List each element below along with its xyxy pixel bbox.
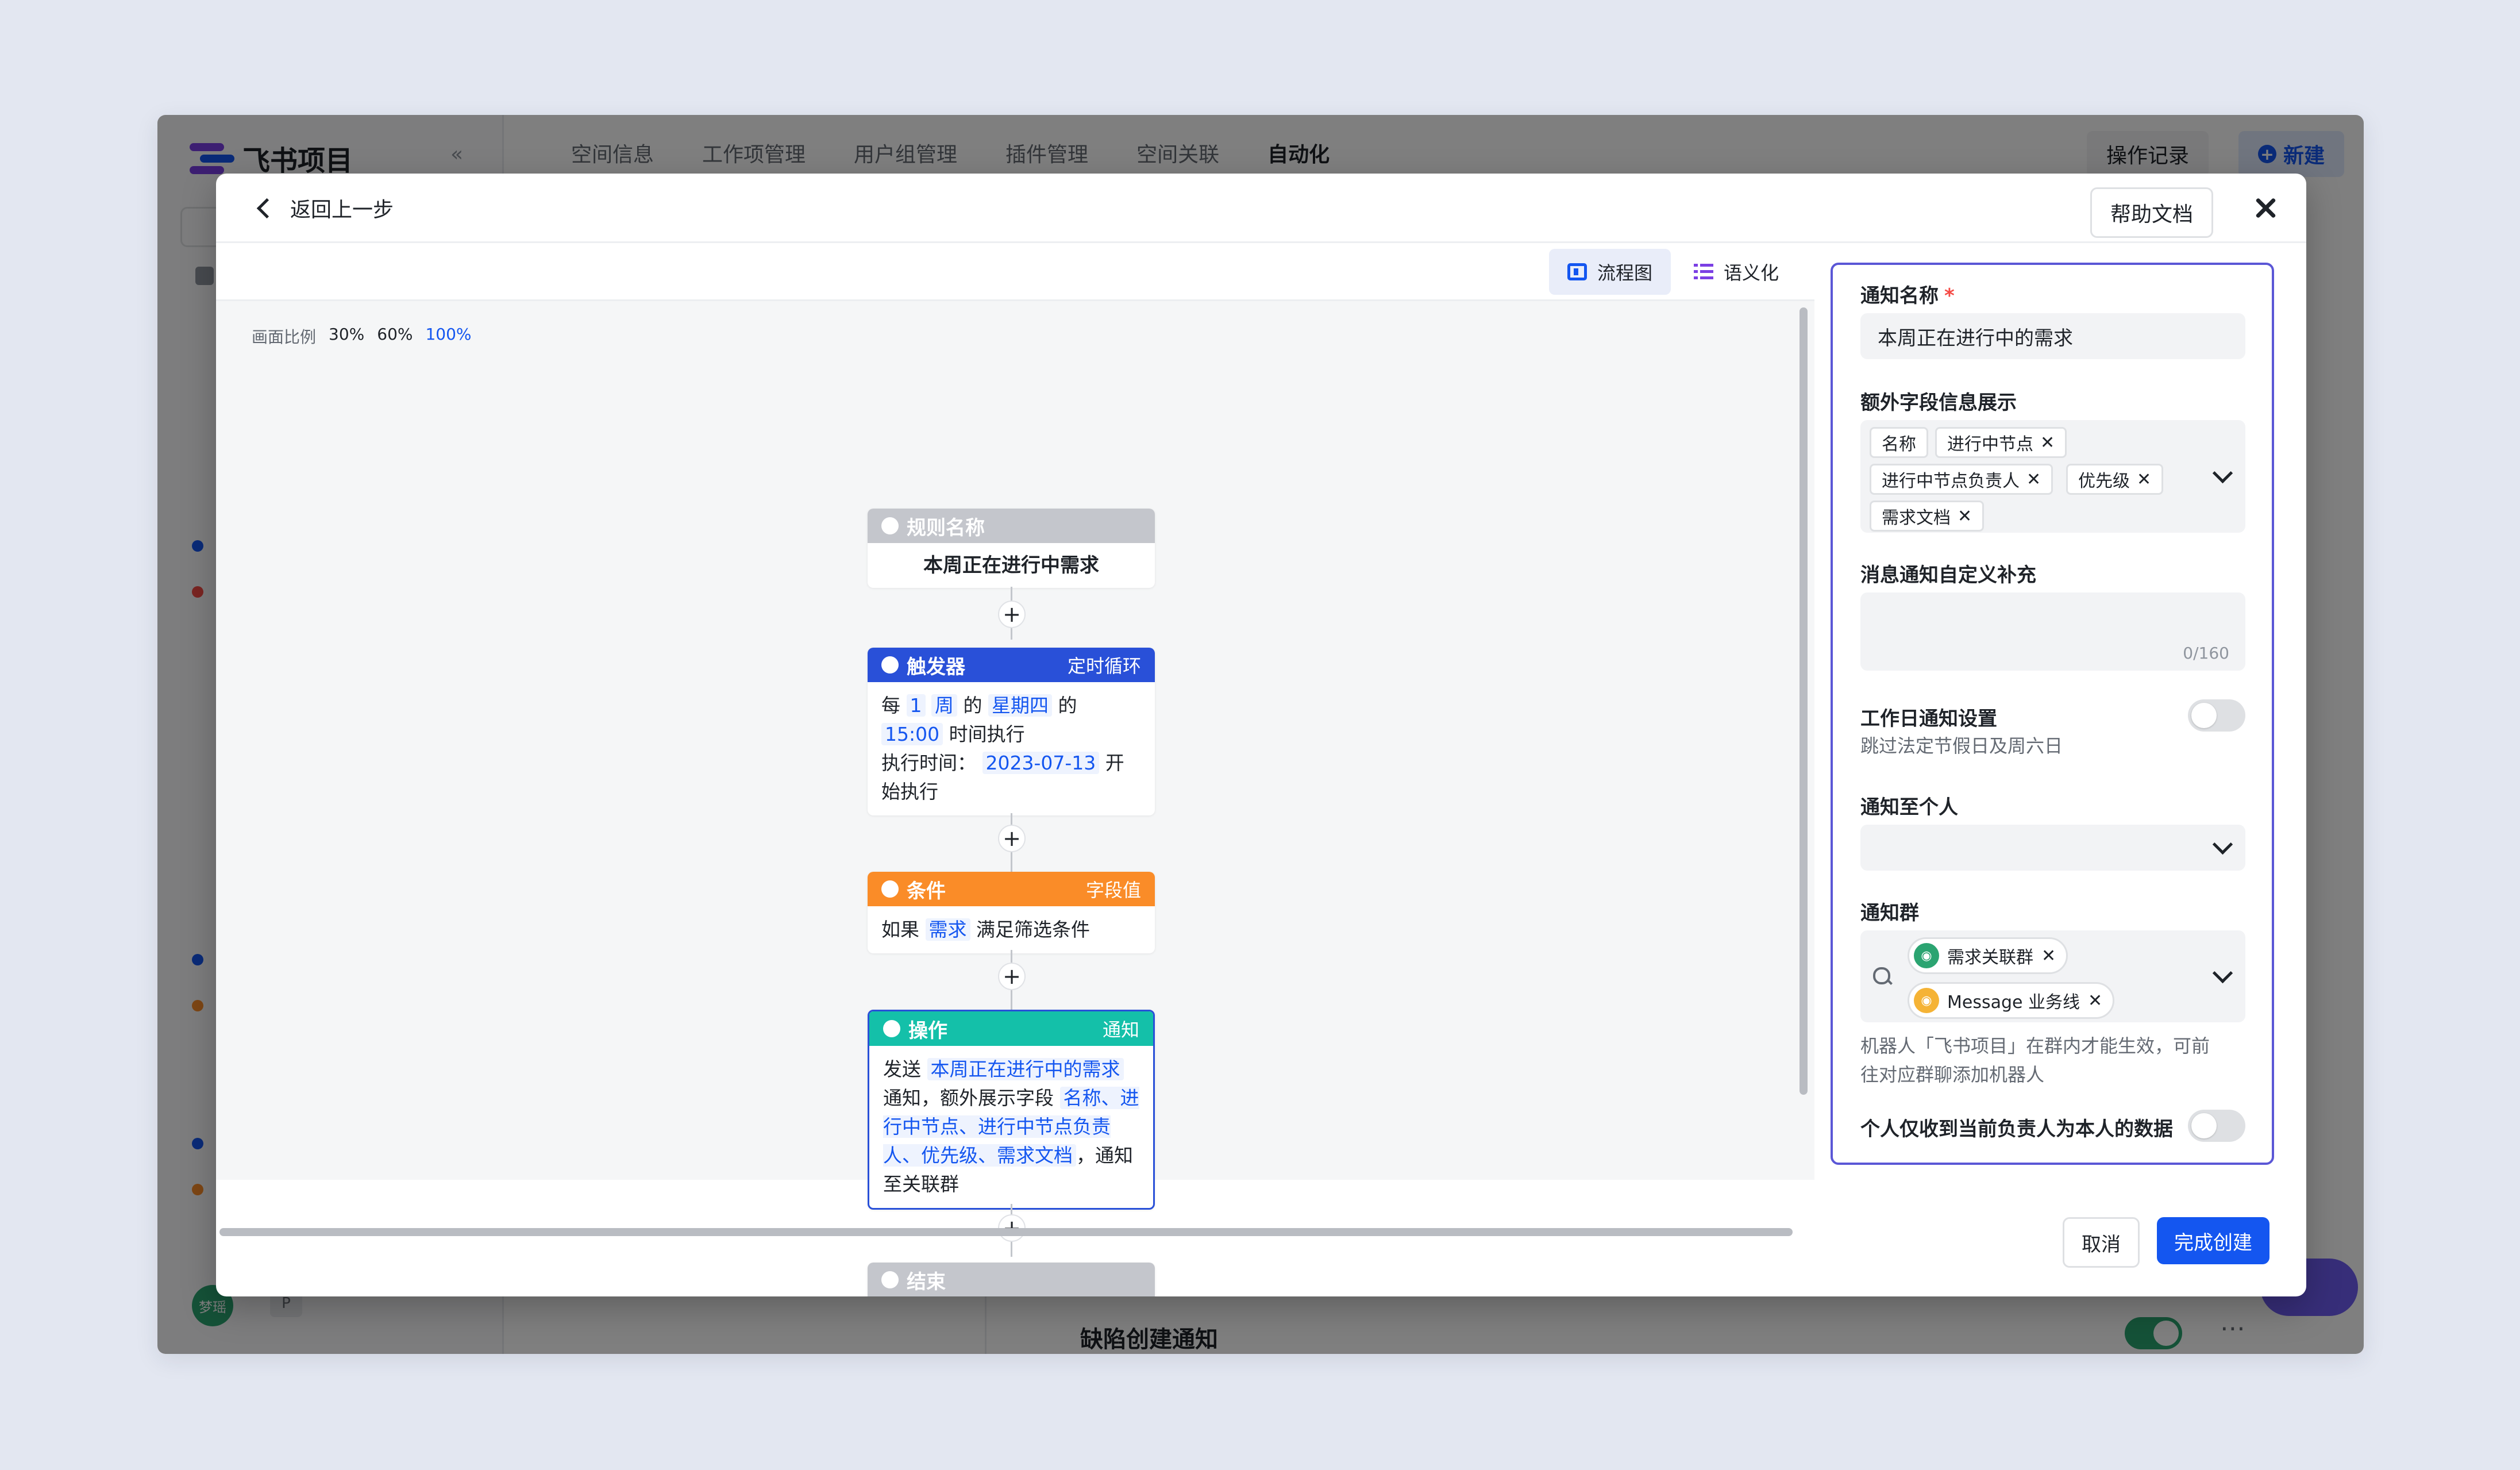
rule-name-node[interactable]: 规则名称 本周正在进行中需求	[868, 509, 1155, 588]
back-button[interactable]: 返回上一步	[256, 191, 394, 225]
notify-person-select[interactable]	[1860, 825, 2245, 871]
owner-only-toggle[interactable]	[2188, 1110, 2245, 1142]
horizontal-scrollbar[interactable]	[219, 1228, 1793, 1236]
trigger-date-token[interactable]: 2023-07-13	[982, 752, 1100, 774]
view-flowchart-label: 流程图	[1597, 262, 1653, 284]
close-icon[interactable]	[2252, 194, 2280, 222]
view-flowchart-button[interactable]: 流程图	[1549, 249, 1671, 295]
vertical-scrollbar[interactable]	[1800, 307, 1808, 1095]
action-description: 发送 本周正在进行中的需求 通知，额外展示字段 名称、进行中节点、进行中节点负责…	[883, 1058, 1139, 1195]
field-tag: 需求文档 ✕	[1870, 501, 1985, 532]
create-automation-modal: 返回上一步 帮助文档 流程图 语义化 画面比例 30% 60% 100% 规则名…	[216, 174, 2306, 1296]
chevron-left-icon	[256, 198, 278, 218]
zoom-60[interactable]: 60%	[377, 325, 413, 348]
notice-name-input[interactable]: 本周正在进行中的需求	[1860, 313, 2245, 359]
zoom-30[interactable]: 30%	[329, 325, 364, 348]
remove-tag-icon[interactable]: ✕	[2026, 470, 2041, 490]
notify-group-select[interactable]: ◉ 需求关联群 ✕ ◉ Message 业务线 ✕	[1860, 930, 2245, 1022]
trigger-node-header: 触发器 定时循环	[868, 648, 1155, 682]
group-tag: ◉ 需求关联群 ✕	[1908, 937, 2068, 974]
trigger-unit-token[interactable]: 周	[931, 694, 957, 717]
char-counter: 0/160	[2183, 644, 2229, 663]
action-icon	[883, 1020, 900, 1037]
remove-tag-icon[interactable]: ✕	[1958, 506, 1972, 526]
notice-name-label: 通知名称 *	[1860, 284, 1955, 307]
workday-label: 工作日通知设置	[1860, 707, 1997, 730]
rule-name-node-header: 规则名称	[868, 509, 1155, 543]
trigger-weekday-token[interactable]: 星期四	[988, 694, 1052, 717]
end-node: 结束	[868, 1263, 1155, 1296]
stop-icon	[881, 1271, 899, 1288]
rule-name-value: 本周正在进行中需求	[923, 554, 1099, 577]
filter-icon	[881, 880, 899, 898]
add-node-button[interactable]: +	[998, 963, 1026, 990]
notify-group-label: 通知群	[1860, 902, 1919, 925]
action-node[interactable]: 操作 通知 发送 本周正在进行中的需求 通知，额外展示字段 名称、进行中节点、进…	[868, 1010, 1155, 1210]
action-node-header: 操作 通知	[869, 1011, 1153, 1046]
group-hint: 机器人「飞书项目」在群内才能生效，可前 往对应群聊添加机器人	[1860, 1035, 2210, 1086]
notify-person-label: 通知至个人	[1860, 796, 1958, 819]
action-config-panel: 通知名称 * 本周正在进行中的需求 额外字段信息展示 名称 进行中节点 ✕ 进行中节…	[1831, 263, 2274, 1165]
group-icon: ◉	[1914, 943, 1939, 968]
group-tag: ◉ Message 业务线 ✕	[1908, 982, 2115, 1019]
zoom-label: 画面比例	[252, 328, 317, 347]
required-mark: *	[1944, 284, 1955, 307]
group-icon: ◉	[1914, 988, 1939, 1013]
field-tag: 进行中节点 ✕	[1935, 427, 2067, 458]
end-header-label: 结束	[907, 1270, 946, 1294]
remove-tag-icon[interactable]: ✕	[2041, 946, 2056, 966]
submit-create-button[interactable]: 完成创建	[2157, 1217, 2269, 1264]
condition-node-header: 条件 字段值	[868, 872, 1155, 906]
chevron-down-icon	[2212, 963, 2233, 984]
action-header-label: 操作	[908, 1019, 947, 1042]
view-switch-toolbar: 流程图 语义化	[216, 243, 1814, 301]
custom-msg-label: 消息通知自定义补充	[1860, 564, 2036, 587]
trigger-icon	[881, 656, 899, 674]
custom-msg-textarea[interactable]: 0/160	[1860, 592, 2245, 671]
play-icon	[881, 517, 899, 534]
trigger-count-token[interactable]: 1	[906, 694, 926, 717]
trigger-type: 定时循环	[1067, 655, 1141, 677]
field-tag: 优先级 ✕	[2066, 464, 2164, 495]
action-type: 通知	[1102, 1019, 1139, 1041]
flow-canvas[interactable]: 流程图 语义化 画面比例 30% 60% 100% 规则名称 本周正在进行中需求	[216, 243, 1814, 1296]
modal-header: 返回上一步 帮助文档	[216, 174, 2306, 243]
add-node-button[interactable]: +	[998, 825, 1026, 852]
back-label: 返回上一步	[290, 198, 394, 222]
cancel-button[interactable]: 取消	[2063, 1217, 2140, 1268]
view-semantic-button[interactable]: 语义化	[1675, 249, 1797, 295]
trigger-time-token[interactable]: 15:00	[881, 723, 943, 745]
end-node-header: 结束	[868, 1263, 1155, 1296]
field-tag: 进行中节点负责人 ✕	[1870, 464, 2053, 495]
list-icon	[1694, 264, 1713, 280]
rule-name-header-label: 规则名称	[907, 516, 985, 540]
zoom-control: 画面比例 30% 60% 100%	[252, 325, 472, 348]
search-icon	[1873, 967, 1890, 984]
action-notice-token[interactable]: 本周正在进行中的需求	[927, 1058, 1124, 1080]
remove-tag-icon[interactable]: ✕	[2088, 991, 2102, 1011]
chevron-down-icon	[2212, 834, 2233, 855]
trigger-description: 每 1 周 的 星期四 的 15:00 时间执行 执行时间： 2023-07-1…	[881, 694, 1124, 803]
remove-tag-icon[interactable]: ✕	[2137, 470, 2151, 490]
help-doc-button[interactable]: 帮助文档	[2090, 187, 2214, 238]
condition-object-token[interactable]: 需求	[925, 918, 970, 941]
owner-only-label: 个人仅收到当前负责人为本人的数据	[1860, 1118, 2173, 1141]
trigger-header-label: 触发器	[907, 655, 965, 679]
condition-description: 如果 需求 满足筛选条件	[881, 918, 1090, 941]
workday-toggle[interactable]	[2188, 699, 2245, 732]
extra-fields-label: 额外字段信息展示	[1860, 391, 2017, 414]
view-semantic-label: 语义化	[1724, 262, 1779, 284]
remove-tag-icon[interactable]: ✕	[2040, 433, 2055, 453]
condition-header-label: 条件	[907, 879, 946, 903]
field-tag: 名称	[1870, 427, 1928, 458]
condition-type: 字段值	[1085, 879, 1141, 901]
trigger-node[interactable]: 触发器 定时循环 每 1 周 的 星期四 的 15:00 时间执行 执行时间： …	[868, 648, 1155, 815]
extra-fields-select[interactable]: 名称 进行中节点 ✕ 进行中节点负责人 ✕ 优先级 ✕ 需求文档 ✕	[1860, 420, 2245, 533]
condition-node[interactable]: 条件 字段值 如果 需求 满足筛选条件	[868, 872, 1155, 953]
chevron-down-icon[interactable]	[2212, 463, 2233, 484]
workday-hint: 跳过法定节假日及周六日	[1860, 735, 2063, 757]
add-node-button[interactable]: +	[998, 601, 1026, 628]
flowchart-icon	[1567, 263, 1587, 280]
zoom-100[interactable]: 100%	[425, 325, 471, 348]
